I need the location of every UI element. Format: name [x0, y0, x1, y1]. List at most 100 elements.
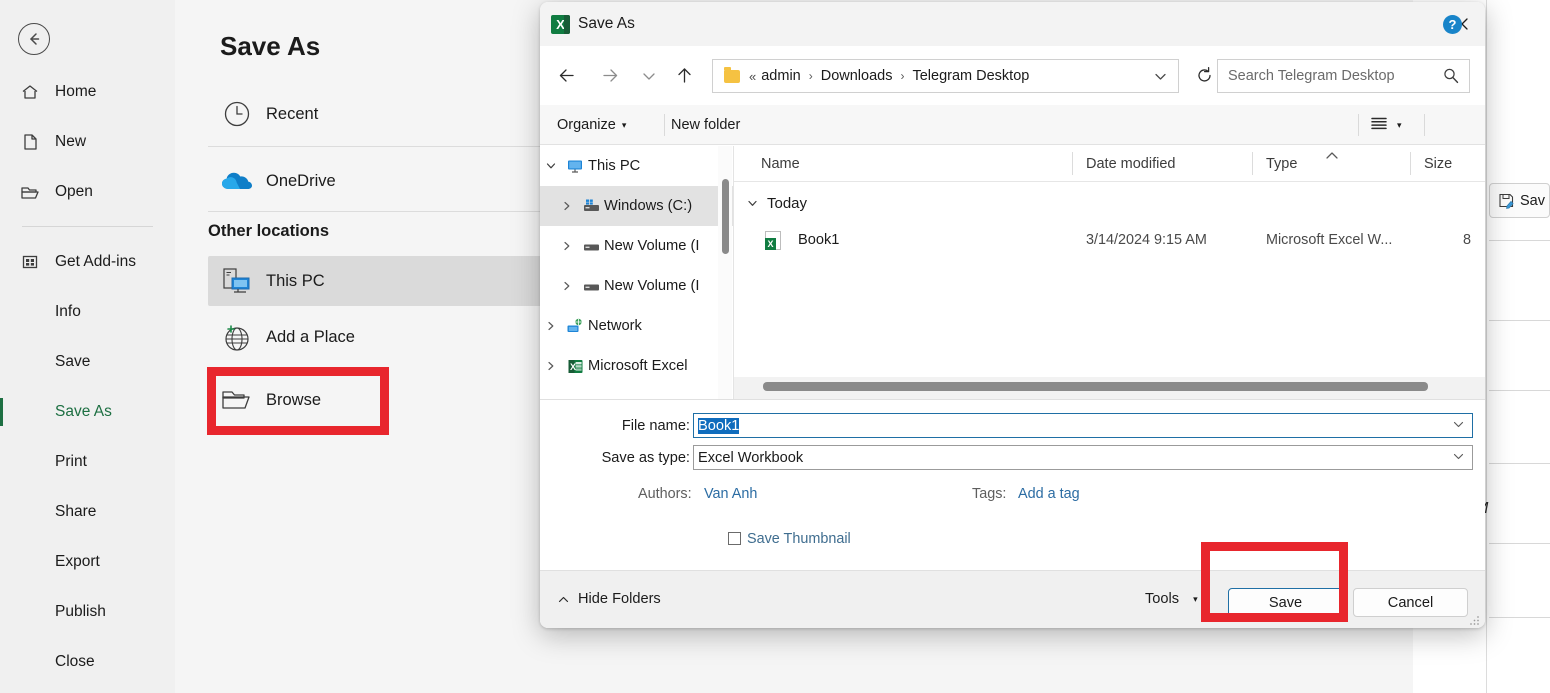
excel-grid-line: [1489, 463, 1550, 464]
back-button[interactable]: [18, 23, 50, 55]
search-icon[interactable]: [1442, 67, 1460, 90]
place-item-label: OneDrive: [266, 171, 336, 190]
column-header-date-modified[interactable]: Date modified: [1086, 146, 1175, 181]
organize-button[interactable]: Organize ▾: [557, 105, 626, 145]
column-divider[interactable]: [1252, 152, 1253, 175]
chevron-right-icon[interactable]: [556, 280, 578, 292]
chevron-down-icon[interactable]: [1452, 450, 1465, 468]
save-thumbnail-label[interactable]: Save Thumbnail: [747, 531, 851, 547]
sidebar-item-print[interactable]: Print: [0, 443, 175, 481]
authors-value[interactable]: Van Anh: [704, 486, 757, 502]
resize-grip-icon[interactable]: [1469, 613, 1480, 625]
file-group-header-today[interactable]: Today: [746, 190, 807, 217]
tools-button[interactable]: Tools ▾: [1145, 591, 1198, 607]
breadcrumb-segment-telegram-desktop[interactable]: Telegram Desktop: [912, 68, 1029, 84]
breadcrumb-segment-downloads[interactable]: Downloads: [821, 68, 893, 84]
hide-folders-label: Hide Folders: [578, 591, 661, 607]
refresh-icon: [1198, 66, 1211, 82]
highlight-box-save-button: [1201, 542, 1348, 622]
nav-forward-button[interactable]: [594, 59, 627, 92]
excel-panel-edge: [1486, 0, 1487, 693]
file-list-scrollbar-thumb[interactable]: [763, 382, 1428, 391]
column-header-type[interactable]: Type: [1266, 146, 1297, 181]
add-a-tag-link[interactable]: Add a tag: [1018, 486, 1080, 502]
drive-icon: [578, 238, 604, 254]
forward-arrow-icon: [603, 69, 618, 82]
nav-back-button[interactable]: [550, 59, 583, 92]
excel-file-icon: [765, 231, 781, 250]
cancel-button[interactable]: Cancel: [1353, 588, 1468, 617]
sidebar-item-get-add-ins[interactable]: Get Add-ins: [0, 243, 175, 281]
file-name-input[interactable]: Book1: [693, 413, 1473, 438]
chevron-right-icon[interactable]: [556, 240, 578, 252]
page-title: Save As: [220, 31, 321, 61]
chevron-down-icon: [642, 72, 655, 80]
nav-up-button[interactable]: [668, 59, 701, 92]
column-header-name[interactable]: Name: [761, 146, 800, 181]
sidebar-item-label: Close: [55, 653, 95, 670]
chevron-right-icon[interactable]: [540, 360, 562, 372]
hide-folders-button[interactable]: Hide Folders: [557, 591, 661, 607]
chevron-right-icon[interactable]: [540, 320, 562, 332]
tree-item-this-pc[interactable]: This PC: [540, 146, 734, 186]
dialog-title-bar: X Save As: [540, 2, 1485, 46]
chevron-down-icon[interactable]: [1452, 418, 1465, 436]
sidebar-item-save-as[interactable]: Save As: [0, 393, 175, 431]
tree-item-new-volume-1[interactable]: New Volume (I: [540, 226, 734, 266]
sidebar-item-close[interactable]: Close: [0, 643, 175, 681]
nav-recent-locations-button[interactable]: [632, 59, 665, 92]
search-input[interactable]: Search Telegram Desktop: [1217, 59, 1470, 93]
sidebar-item-export[interactable]: Export: [0, 543, 175, 581]
column-divider[interactable]: [1410, 152, 1411, 175]
tree-scrollbar-thumb[interactable]: [722, 179, 729, 254]
sidebar-item-publish[interactable]: Publish: [0, 593, 175, 631]
sidebar-item-new[interactable]: New: [0, 123, 175, 161]
sidebar-item-home[interactable]: Home: [0, 73, 175, 111]
save-as-type-select[interactable]: Excel Workbook: [693, 445, 1473, 470]
breadcrumb-segment-admin[interactable]: admin: [761, 68, 801, 84]
view-options-button[interactable]: ▾: [1369, 105, 1402, 145]
tags-label: Tags:: [972, 486, 1007, 502]
file-list-pane[interactable]: Name Date modified Type Size Today X Boo…: [734, 146, 1485, 399]
this-pc-icon: [208, 266, 266, 296]
sidebar-item-label: Publish: [55, 603, 106, 620]
clock-icon: [208, 99, 266, 129]
network-icon: [562, 318, 588, 335]
navigation-tree-pane[interactable]: This PC Windows (C:) New Volume (I New V…: [540, 146, 734, 399]
table-row[interactable]: Book1 3/14/2024 9:15 AM Microsoft Excel …: [734, 226, 1485, 258]
save-pencil-icon: [1499, 193, 1514, 209]
new-folder-button[interactable]: New folder: [671, 105, 740, 145]
help-button[interactable]: ?: [1443, 15, 1462, 34]
tree-item-new-volume-2[interactable]: New Volume (I: [540, 266, 734, 306]
chevron-down-icon[interactable]: [746, 197, 759, 210]
column-header-size[interactable]: Size: [1424, 146, 1452, 181]
breadcrumb-bar[interactable]: « admin › Downloads › Telegram Desktop: [712, 59, 1179, 93]
tree-item-label: This PC: [588, 158, 641, 174]
back-arrow-icon: [30, 33, 40, 45]
tree-item-network[interactable]: Network: [540, 306, 734, 346]
column-divider[interactable]: [1072, 152, 1073, 175]
tree-item-windows-c[interactable]: Windows (C:): [540, 186, 734, 226]
excel-grid-line: [1489, 390, 1550, 391]
search-placeholder: Search Telegram Desktop: [1228, 68, 1395, 84]
sidebar-item-share[interactable]: Share: [0, 493, 175, 531]
chevron-down-icon: ▾: [621, 119, 627, 130]
sidebar-item-info[interactable]: Info: [0, 293, 175, 331]
tree-item-microsoft-excel[interactable]: X Microsoft Excel: [540, 346, 734, 386]
sidebar-item-label: Home: [55, 83, 97, 100]
column-header-underline: [734, 181, 1485, 182]
save-thumbnail-checkbox[interactable]: [728, 532, 741, 545]
breadcrumb-overflow[interactable]: «: [749, 69, 756, 84]
chevron-right-icon[interactable]: [556, 200, 578, 212]
authors-label: Authors:: [638, 486, 692, 502]
file-size-cell: 8: [1463, 232, 1472, 248]
file-date-modified-cell: 3/14/2024 9:15 AM: [1086, 232, 1207, 248]
breadcrumb-dropdown-button[interactable]: [1149, 65, 1171, 87]
tree-item-label: New Volume (I: [604, 238, 700, 254]
excel-save-button[interactable]: Sav: [1489, 183, 1550, 218]
breadcrumb-separator: ›: [900, 69, 905, 83]
sidebar-item-save[interactable]: Save: [0, 343, 175, 381]
chevron-down-icon[interactable]: [540, 160, 562, 172]
sidebar-item-open[interactable]: Open: [0, 173, 175, 211]
place-item-label: This PC: [266, 271, 325, 290]
